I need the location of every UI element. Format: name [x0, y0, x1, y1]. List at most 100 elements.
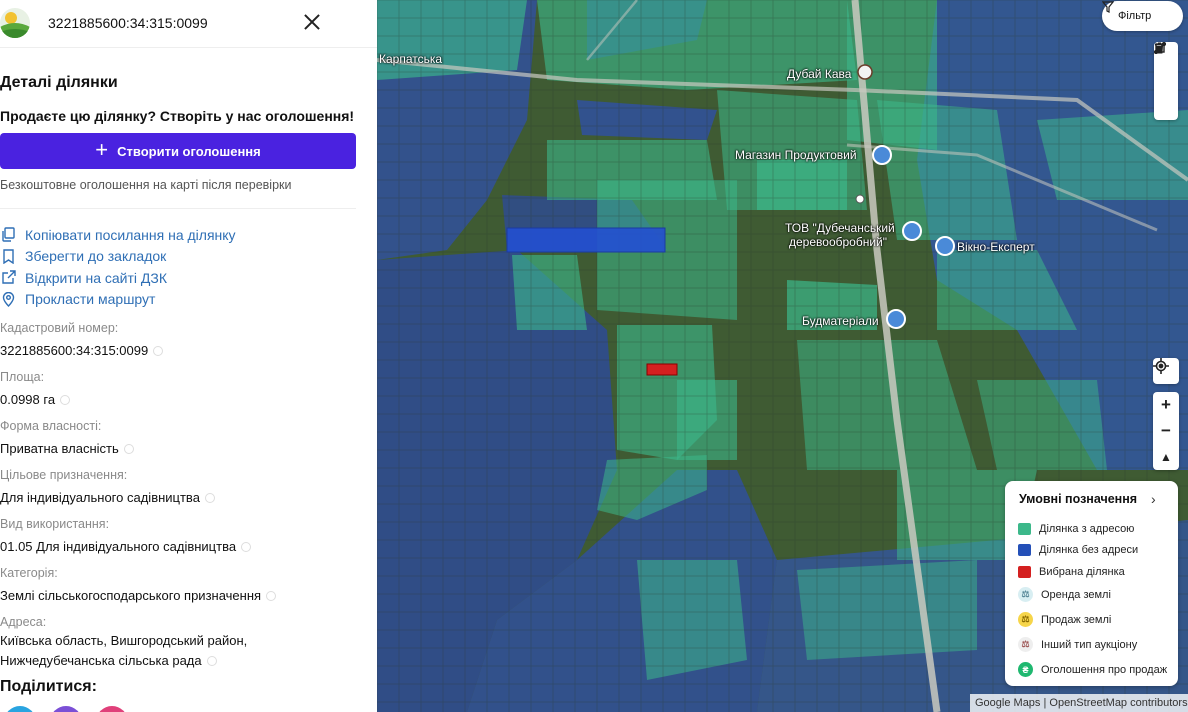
free-listing-note: Безкоштовне оголошення на карті після пе… — [0, 178, 292, 192]
category-value: Землі сільськогосподарського призначення — [0, 586, 277, 606]
cadastral-value: 3221885600:34:315:0099 — [0, 341, 164, 361]
chevron-right-icon[interactable]: › — [1151, 491, 1156, 507]
zoom-in-icon[interactable]: + — [1153, 392, 1179, 418]
legend-item-rent: ⚖ Оренда землі — [1018, 587, 1111, 602]
cadastral-value-text: 3221885600:34:315:0099 — [0, 343, 149, 358]
ownership-value-text: Приватна власність — [0, 441, 119, 456]
trash-icon[interactable] — [1154, 42, 1178, 120]
app-logo — [0, 8, 30, 38]
create-listing-button[interactable]: + Створити оголошення — [0, 133, 356, 169]
instagram-share-icon[interactable] — [96, 706, 128, 712]
route-action[interactable]: Прокласти маршрут — [0, 289, 236, 311]
legend-item-with-address: Ділянка з адресою — [1018, 523, 1134, 535]
draw-polygon-icon[interactable] — [1154, 43, 1178, 94]
close-icon[interactable] — [303, 13, 321, 31]
cafe-label: Дубай Кава — [787, 67, 852, 81]
info-icon[interactable] — [241, 542, 252, 552]
cadastral-header: 3221885600:34:315:0099 — [48, 15, 208, 31]
address-line-2-wrap: Нижчедубечанська сільська рада — [0, 651, 247, 671]
legend-label: Вибрана ділянка — [1039, 566, 1125, 578]
vikno-label: Вікно-Експерт — [957, 240, 1035, 254]
filter-button[interactable]: Фільтр — [1102, 1, 1183, 31]
telegram-share-icon[interactable] — [4, 706, 36, 712]
external-link-icon — [0, 269, 17, 286]
legend-label: Оренда землі — [1041, 588, 1111, 601]
bus-stop-icon[interactable] — [855, 194, 865, 204]
company-label-2: деревообробний" — [789, 235, 887, 249]
legend-item-ads: ₴ Оголошення про продаж — [1018, 662, 1167, 677]
vikno-pin-icon[interactable] — [935, 236, 955, 256]
map-view[interactable]: Карпатська Дубай Кава Магазин Продуктови… — [377, 0, 1188, 712]
info-icon[interactable] — [153, 346, 164, 356]
category-value-text: Землі сільськогосподарського призначення — [0, 588, 262, 603]
blue-swatch — [1018, 544, 1031, 556]
hryvnia-icon: ₴ — [1018, 662, 1033, 677]
info-icon[interactable] — [204, 493, 215, 503]
address-field: Адреса: Київська область, Вишгородський … — [0, 615, 247, 671]
cafe-pin-icon[interactable] — [857, 64, 873, 80]
legend-label: Ділянка з адресою — [1039, 523, 1135, 535]
selected-parcel[interactable] — [646, 363, 678, 376]
company-pin-icon[interactable] — [902, 221, 922, 241]
route-label: Прокласти маршрут — [25, 291, 156, 308]
bookmark-action[interactable]: Зберегти до закладок — [0, 246, 236, 268]
usage-field: Вид використання: 01.05 Для індивідуальн… — [0, 517, 252, 557]
green-swatch — [1018, 523, 1031, 535]
map-attribution[interactable]: Google Maps | OpenStreetMap contributors — [970, 694, 1188, 712]
legend-label: Ділянка без адреси — [1039, 544, 1139, 556]
draw-tools — [1154, 42, 1178, 120]
usage-label: Вид використання: — [0, 517, 110, 531]
zoom-out-icon[interactable]: − — [1153, 418, 1179, 444]
details-title: Деталі ділянки — [0, 74, 118, 91]
viber-share-icon[interactable] — [50, 706, 82, 712]
red-swatch — [1018, 566, 1031, 578]
filter-label: Фільтр — [1118, 10, 1152, 22]
address-value: Київська область, Вишгородський район, Н… — [0, 631, 247, 671]
sale-icon: ⚖ — [1018, 612, 1033, 627]
panel-header: 3221885600:34:315:0099 — [0, 0, 377, 48]
purpose-value: Для індивідуального садівництва — [0, 488, 215, 508]
sell-prompt: Продаєте цю ділянку? Створіть у нас огол… — [0, 108, 355, 124]
plus-icon: + — [95, 137, 109, 162]
geolocate-icon[interactable] — [1153, 358, 1179, 384]
usage-value: 01.05 Для індивідуального садівництва — [0, 537, 252, 557]
copy-link-action[interactable]: Копіювати посилання на ділянку — [0, 224, 236, 246]
area-value: 0.0998 га — [0, 390, 71, 410]
cadastral-field: Кадастровий номер: 3221885600:34:315:009… — [0, 321, 164, 361]
purpose-field: Цільове призначення: Для індивідуального… — [0, 468, 215, 508]
street-label: Карпатська — [379, 52, 443, 66]
info-icon[interactable] — [206, 656, 217, 666]
category-label: Категорія: — [0, 566, 58, 580]
purpose-value-text: Для індивідуального садівництва — [0, 490, 200, 505]
copy-icon — [0, 226, 17, 243]
legend-item-sale: ⚖ Продаж землі — [1018, 612, 1111, 627]
map-legend: Умовні позначення › Ділянка з адресою Ді… — [1005, 481, 1178, 686]
address-line-1: Київська область, Вишгородський район, — [0, 633, 248, 648]
share-title: Поділитися: — [0, 678, 97, 695]
parcel-actions: Копіювати посилання на ділянку Зберегти … — [0, 224, 236, 310]
geolocate-control — [1153, 358, 1179, 384]
rent-icon: ⚖ — [1018, 587, 1033, 602]
shop-pin-icon[interactable] — [872, 145, 892, 165]
parcel-details-panel: 3221885600:34:315:0099 Деталі ділянки Пр… — [0, 0, 377, 712]
area-value-text: 0.0998 га — [0, 392, 56, 407]
open-dzk-label: Відкрити на сайті ДЗК — [25, 269, 167, 286]
app: 3221885600:34:315:0099 Деталі ділянки Пр… — [0, 0, 1188, 712]
copy-link-label: Копіювати посилання на ділянку — [25, 226, 236, 243]
cadastral-label: Кадастровий номер: — [0, 321, 119, 335]
divider — [0, 208, 356, 209]
budmat-pin-icon[interactable] — [886, 309, 906, 329]
area-label: Площа: — [0, 370, 45, 384]
open-dzk-action[interactable]: Відкрити на сайті ДЗК — [0, 267, 236, 289]
info-icon[interactable] — [266, 591, 277, 601]
auction-icon: ⚖ — [1018, 637, 1033, 652]
legend-label: Інший тип аукціону — [1041, 638, 1138, 651]
shop-label: Магазин Продуктовий — [735, 148, 857, 162]
legend-item-without-address: Ділянка без адреси — [1018, 544, 1138, 556]
address-line-2: Нижчедубечанська сільська рада — [0, 653, 202, 668]
zoom-controls: + − ▲ — [1153, 392, 1179, 470]
compass-icon[interactable]: ▲ — [1153, 444, 1179, 470]
info-icon[interactable] — [123, 444, 134, 454]
legend-label: Продаж землі — [1041, 613, 1112, 626]
info-icon[interactable] — [60, 395, 71, 405]
